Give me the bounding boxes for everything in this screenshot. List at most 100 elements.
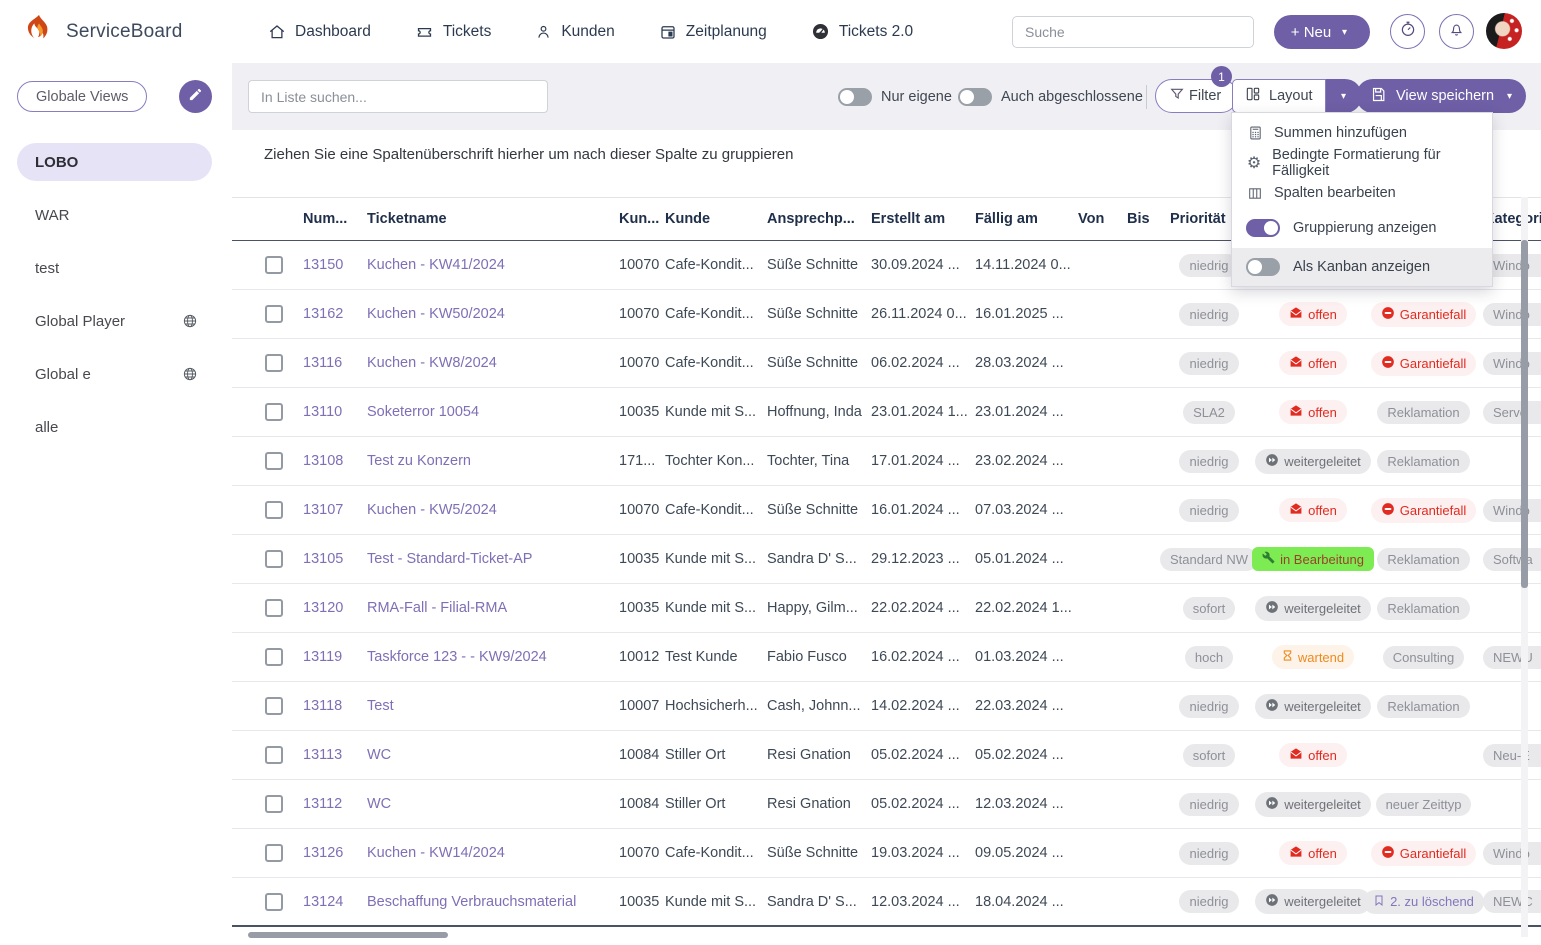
ticket-name[interactable]: Test zu Konzern: [360, 453, 612, 469]
table-row[interactable]: 13107 Kuchen - KW5/2024 10070 Cafe-Kondi…: [232, 486, 1541, 535]
ticket-number[interactable]: 13113: [296, 747, 360, 763]
table-row[interactable]: 13126 Kuchen - KW14/2024 10070 Cafe-Kond…: [232, 829, 1541, 878]
col-nummer[interactable]: Num...: [296, 211, 360, 227]
avatar[interactable]: [1486, 13, 1522, 49]
ticket-number[interactable]: 13110: [296, 404, 360, 420]
menu-spalten-bearbeiten[interactable]: Spalten bearbeiten: [1232, 178, 1492, 208]
ticket-name[interactable]: Test: [360, 698, 612, 714]
ticket-number[interactable]: 13105: [296, 551, 360, 567]
table-row[interactable]: 13110 Soketerror 10054 10035 Kunde mit S…: [232, 388, 1541, 437]
sidebar-view-item[interactable]: Global Player: [17, 302, 212, 340]
ticket-name[interactable]: Kuchen - KW41/2024: [360, 257, 612, 273]
row-checkbox[interactable]: [265, 452, 283, 470]
nav-tickets[interactable]: Tickets: [415, 23, 492, 41]
ticket-number[interactable]: 13116: [296, 355, 360, 371]
table-row[interactable]: 13116 Kuchen - KW8/2024 10070 Cafe-Kondi…: [232, 339, 1541, 388]
created-at: 17.01.2024 ...: [864, 453, 968, 469]
col-kundennr[interactable]: Kun...: [612, 211, 658, 227]
chevron-down-icon[interactable]: ▾: [1507, 91, 1512, 102]
table-row[interactable]: 13112 WC 10084 Stiller Ort Resi Gnation …: [232, 780, 1541, 829]
menu-bedingte-formatierung[interactable]: ⚙ Bedingte Formatierung für Fälligkeit: [1232, 148, 1492, 178]
ticket-name[interactable]: RMA-Fall - Filial-RMA: [360, 600, 612, 616]
gruppierung-toggle[interactable]: [1246, 219, 1280, 237]
row-checkbox[interactable]: [265, 501, 283, 519]
ticket-number[interactable]: 13124: [296, 894, 360, 910]
sidebar-view-item[interactable]: Global e: [17, 355, 212, 393]
edit-views-button[interactable]: [179, 80, 212, 113]
row-checkbox[interactable]: [265, 844, 283, 862]
kanban-toggle[interactable]: [1246, 258, 1280, 276]
ticket-name[interactable]: WC: [360, 796, 612, 812]
table-row[interactable]: 13113 WC 10084 Stiller Ort Resi Gnation …: [232, 731, 1541, 780]
list-search-input[interactable]: [248, 80, 548, 113]
chevron-down-icon[interactable]: ▾: [1342, 27, 1370, 38]
save-view-button[interactable]: View speichern ▾: [1356, 79, 1526, 113]
row-checkbox[interactable]: [265, 746, 283, 764]
ticket-name[interactable]: Beschaffung Verbrauchsmaterial: [360, 894, 612, 910]
ticket-number[interactable]: 13108: [296, 453, 360, 469]
table-row[interactable]: 13118 Test 10007 Hochsicherh... Cash, Jo…: [232, 682, 1541, 731]
ticket-number[interactable]: 13107: [296, 502, 360, 518]
new-button[interactable]: + Neu ▾: [1274, 15, 1370, 49]
menu-summen-hinzufuegen[interactable]: Summen hinzufügen: [1232, 118, 1492, 148]
ticket-number[interactable]: 13126: [296, 845, 360, 861]
nav-kunden[interactable]: Kunden: [535, 23, 614, 41]
ticket-number[interactable]: 13119: [296, 649, 360, 665]
global-search-input[interactable]: [1012, 16, 1254, 48]
col-bis[interactable]: Bis: [1120, 211, 1163, 227]
sidebar-view-item[interactable]: WAR: [17, 196, 212, 234]
table-row[interactable]: 13120 RMA-Fall - Filial-RMA 10035 Kunde …: [232, 584, 1541, 633]
ticket-name[interactable]: Kuchen - KW50/2024: [360, 306, 612, 322]
row-checkbox[interactable]: [265, 599, 283, 617]
ticket-name[interactable]: Soketerror 10054: [360, 404, 612, 420]
nav-zeitplanung[interactable]: Zeitplanung: [659, 23, 767, 41]
notifications-button[interactable]: [1439, 14, 1474, 49]
col-erstellt-am[interactable]: Erstellt am: [864, 211, 968, 227]
row-checkbox[interactable]: [265, 893, 283, 911]
nav-tickets-20[interactable]: Tickets 2.0: [811, 22, 913, 41]
menu-als-kanban-anzeigen[interactable]: Als Kanban anzeigen: [1232, 248, 1492, 286]
layout-button[interactable]: Layout: [1232, 79, 1326, 113]
table-row[interactable]: 13108 Test zu Konzern 171... Tochter Kon…: [232, 437, 1541, 486]
ticket-number[interactable]: 13150: [296, 257, 360, 273]
ticket-name[interactable]: Test - Standard-Ticket-AP: [360, 551, 612, 567]
menu-gruppierung-anzeigen[interactable]: Gruppierung anzeigen: [1232, 208, 1492, 248]
globale-views-button[interactable]: Globale Views: [17, 81, 147, 112]
vertical-scrollbar-thumb[interactable]: [1521, 240, 1528, 588]
row-checkbox[interactable]: [265, 550, 283, 568]
horizontal-scrollbar-thumb[interactable]: [248, 932, 448, 938]
col-von[interactable]: Von: [1071, 211, 1120, 227]
auch-abgeschlossene-toggle[interactable]: [958, 88, 992, 106]
table-row[interactable]: 13162 Kuchen - KW50/2024 10070 Cafe-Kond…: [232, 290, 1541, 339]
col-ticketname[interactable]: Ticketname: [360, 211, 612, 227]
ticket-number[interactable]: 13120: [296, 600, 360, 616]
ticket-number[interactable]: 13112: [296, 796, 360, 812]
ticket-name[interactable]: WC: [360, 747, 612, 763]
ticket-name[interactable]: Kuchen - KW5/2024: [360, 502, 612, 518]
row-checkbox[interactable]: [265, 354, 283, 372]
nur-eigene-toggle[interactable]: [838, 88, 872, 106]
sidebar-view-item[interactable]: test: [17, 249, 212, 287]
table-row[interactable]: 13119 Taskforce 123 - - KW9/2024 10012 T…: [232, 633, 1541, 682]
row-checkbox[interactable]: [265, 403, 283, 421]
ticket-name[interactable]: Kuchen - KW8/2024: [360, 355, 612, 371]
sidebar-view-item[interactable]: alle: [17, 408, 212, 446]
ticket-number[interactable]: 13162: [296, 306, 360, 322]
col-faellig-am[interactable]: Fällig am: [968, 211, 1071, 227]
ticket-name[interactable]: Taskforce 123 - - KW9/2024: [360, 649, 612, 665]
sidebar-view-item[interactable]: LOBO: [17, 143, 212, 181]
row-checkbox[interactable]: [265, 256, 283, 274]
row-checkbox[interactable]: [265, 305, 283, 323]
row-checkbox[interactable]: [265, 795, 283, 813]
table-row[interactable]: 13124 Beschaffung Verbrauchsmaterial 100…: [232, 878, 1541, 927]
ticket-name[interactable]: Kuchen - KW14/2024: [360, 845, 612, 861]
nav-dashboard[interactable]: Dashboard: [268, 23, 371, 41]
col-kunde[interactable]: Kunde: [658, 211, 760, 227]
col-ansprechpartner[interactable]: Ansprechp...: [760, 211, 864, 227]
timer-button[interactable]: [1390, 14, 1425, 49]
row-checkbox[interactable]: [265, 648, 283, 666]
ticket-number[interactable]: 13118: [296, 698, 360, 714]
row-checkbox[interactable]: [265, 697, 283, 715]
table-row[interactable]: 13105 Test - Standard-Ticket-AP 10035 Ku…: [232, 535, 1541, 584]
status-label: offen: [1308, 356, 1337, 371]
